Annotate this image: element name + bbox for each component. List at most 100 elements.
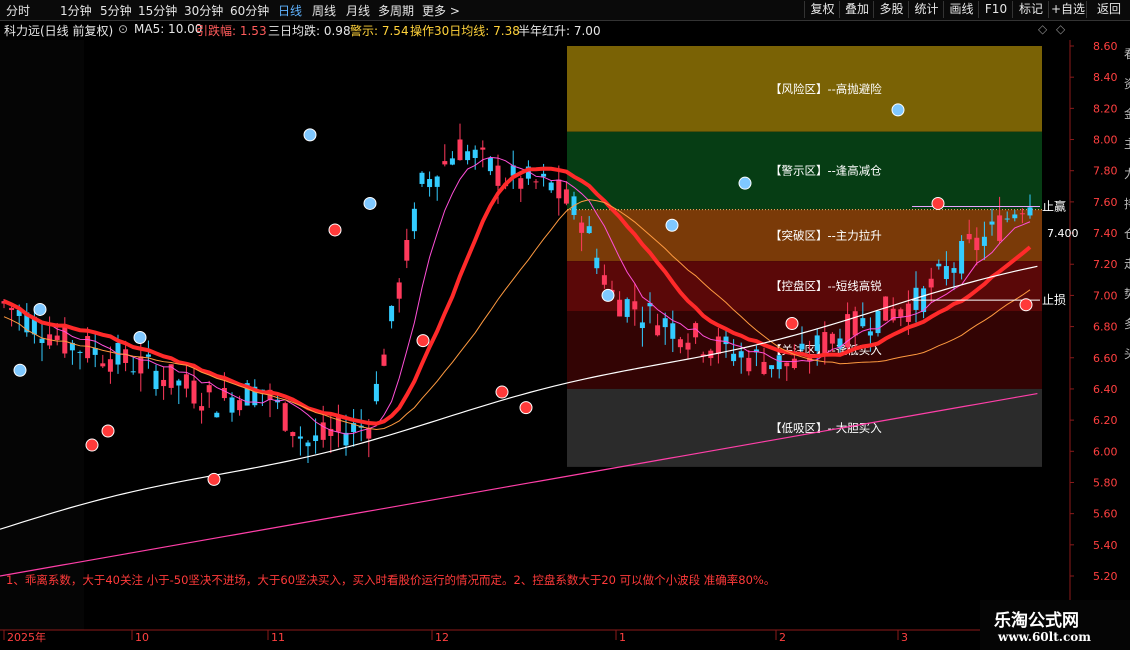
watermark: 乐淘公式网 www.60lt.com [980,600,1130,650]
x-tick-label-4: 1 [619,631,626,644]
y-tick-label-1: 8.40 [1093,71,1118,84]
side-text-3: 主 [1124,137,1130,151]
candle-body-70 [533,181,539,183]
candle-body-45 [343,432,349,446]
y-tick-label-3: 8.00 [1093,134,1118,147]
candle-body-135 [1027,207,1033,216]
buy-signal-ball-0 [13,363,27,377]
candle-body-50 [381,354,387,366]
sell-signal-ball-7 [785,316,799,330]
candle-body-77 [586,226,592,234]
zone-label-0: 【风险区】--高抛避险 [770,82,882,96]
y-tick-label-0: 8.60 [1093,40,1118,53]
candle-body-128 [974,237,980,251]
candle-body-104 [791,358,797,368]
candle-body-74 [563,189,569,204]
candle-body-96 [731,353,737,362]
buy-signal-ball-1 [33,302,47,316]
candle-body-133 [1012,214,1018,219]
watermark-title: 乐淘公式网 [994,611,1079,631]
candle-body-27 [206,385,212,393]
candle-body-26 [199,406,205,411]
candle-body-57 [434,176,440,187]
candle-body-73 [556,179,562,199]
y-tick-label-13: 6.00 [1093,445,1118,458]
zone-label-2: 【突破区】--主力拉升 [770,228,882,242]
stop-loss-label: 止损 [1042,293,1066,307]
candle-body-56 [427,179,433,188]
candle-body-16 [123,349,129,363]
candle-body-40 [305,442,311,447]
buy-signal-ball-6 [665,218,679,232]
candle-body-97 [738,351,744,358]
candle-body-39 [297,436,303,439]
y-tick-label-14: 5.80 [1093,476,1118,489]
candle-body-8 [62,325,68,354]
y-tick-label-10: 6.60 [1093,352,1118,365]
candle-body-95 [723,336,729,345]
candle-body-20 [153,370,159,390]
y-tick-label-17: 5.20 [1093,570,1118,583]
y-tick-label-15: 5.60 [1093,508,1118,521]
candle-body-122 [928,278,934,288]
candle-body-23 [176,380,182,386]
formula-note: 1、乖离系数，大于40关注 小于-50坚决不进场，大于60坚决买入，买入时看股价… [6,573,776,587]
side-text-7: 走 [1124,257,1130,271]
y-tick-label-5: 7.60 [1093,196,1118,209]
candle-body-72 [548,182,554,191]
candle-body-107 [814,335,820,351]
y-tick-label-9: 6.80 [1093,321,1118,334]
watermark-url: www.60lt.com [998,630,1091,644]
sell-signal-ball-6 [519,401,533,415]
candlestick-chart[interactable]: 【风险区】--高抛避险【警示区】--逢高减仓【突破区】--主力拉升【控盘区】--… [0,0,1130,650]
candle-body-109 [829,333,835,344]
side-text-5: 持 [1124,196,1130,211]
candle-body-129 [981,236,987,246]
sell-signal-ball-1 [101,424,115,438]
candle-body-54 [411,208,417,232]
candle-body-41 [313,435,319,442]
candle-body-86 [655,325,661,336]
candle-body-19 [145,354,151,357]
candle-body-84 [639,322,645,329]
candle-body-1 [9,307,15,311]
candle-body-10 [77,351,83,353]
buy-signal-ball-2 [133,331,147,344]
zone-label-1: 【警示区】--逢高减仓 [770,164,882,178]
candle-body-29 [221,387,227,399]
candle-body-31 [237,400,243,411]
buy-signal-ball-7 [738,176,752,190]
candle-body-13 [100,363,106,367]
x-tick-label-0: 2025年 [7,630,46,644]
candle-body-68 [518,178,524,189]
stop-profit-label: 止赢 [1042,199,1066,214]
candle-body-94 [715,336,721,354]
buy-signal-ball-5 [601,288,615,302]
indicator-panel-bg [84,52,568,468]
sell-signal-ball-5 [495,385,509,399]
candle-body-123 [936,263,942,267]
candle-body-134 [1019,213,1025,215]
side-text-2: 金 [1124,106,1130,121]
buy-signal-ball-4 [363,196,377,210]
candle-body-60 [457,139,463,161]
candle-body-17 [130,371,136,373]
candle-body-103 [784,362,790,367]
y-tick-label-4: 7.80 [1093,165,1118,178]
zone-label-5: 【低吸区】--大胆买入 [770,421,882,435]
candle-body-124 [943,266,949,280]
candle-body-105 [799,343,805,350]
candle-body-125 [951,268,957,273]
candle-body-5 [39,338,45,343]
candle-body-100 [761,361,767,374]
candle-body-55 [419,172,425,184]
side-text-1: 资 [1124,77,1130,91]
candle-body-132 [1004,218,1010,220]
candle-body-65 [495,165,501,186]
candle-body-38 [290,432,296,437]
candle-body-24 [183,374,189,389]
side-text-10: 头 [1124,347,1130,361]
candle-body-113 [860,318,866,327]
candle-body-76 [579,222,585,233]
candle-body-28 [214,412,220,418]
